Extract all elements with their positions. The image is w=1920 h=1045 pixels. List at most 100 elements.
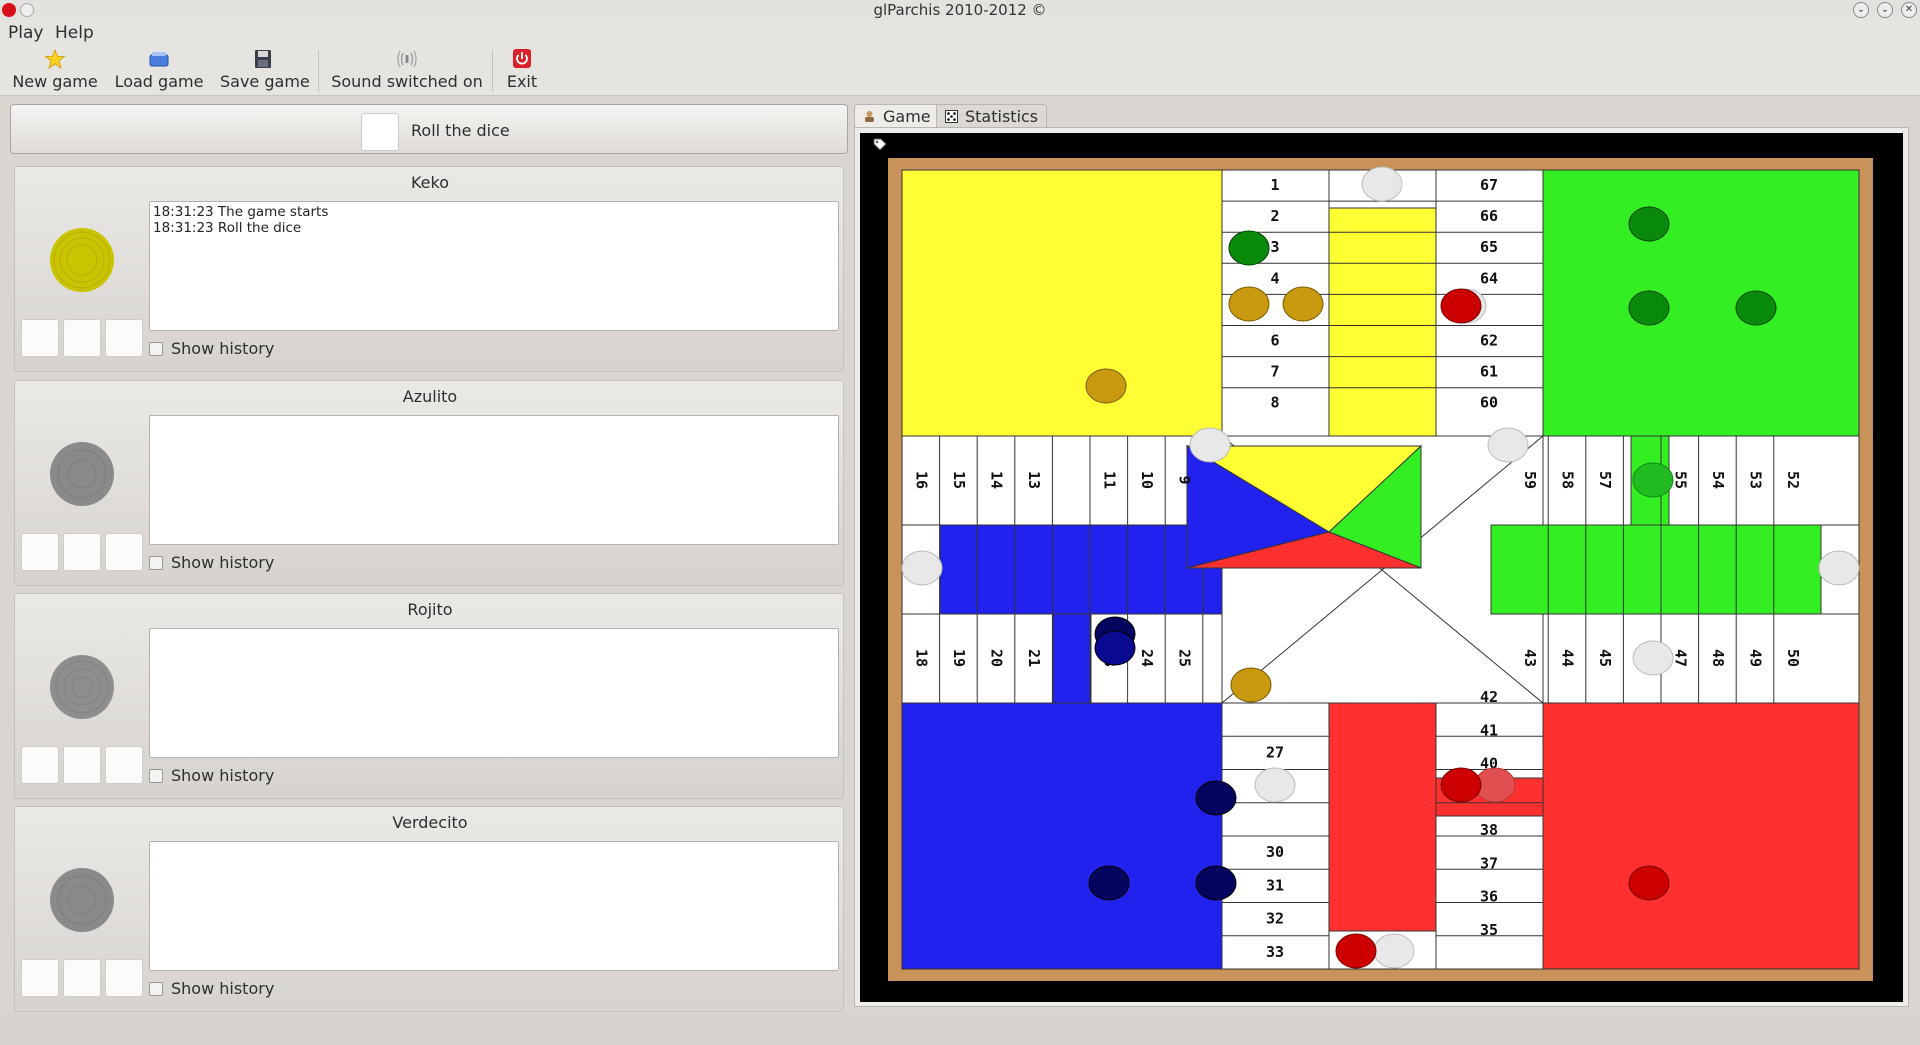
tag-icon	[873, 138, 887, 151]
square-number-right-bottom: 48	[1709, 649, 1727, 667]
square-number-bottom-right: 37	[1480, 854, 1498, 872]
roll-dice-label: Roll the dice	[411, 121, 510, 140]
empty-slot-marker[interactable]	[1254, 767, 1296, 803]
square-number-bottom-right: 41	[1480, 721, 1498, 739]
empty-slot-marker[interactable]	[1632, 640, 1674, 676]
square-number-right-bottom: 47	[1671, 649, 1689, 667]
square-number-top-left: 4	[1270, 269, 1279, 287]
empty-slot-marker[interactable]	[1818, 550, 1860, 586]
parchis-board[interactable]: 12346786766656462616016 15 14 13 11 10 918 19 20…	[888, 158, 1873, 981]
new-game-button[interactable]: New game	[12, 46, 98, 94]
empty-slot-marker[interactable]	[901, 550, 943, 586]
player-panel-rojito: Rojito Show history	[14, 593, 844, 799]
blue-piece[interactable]	[1195, 780, 1237, 816]
square-number-right-bottom: 44	[1559, 649, 1577, 667]
green-piece[interactable]	[1628, 206, 1670, 242]
yellow-piece[interactable]	[1228, 286, 1270, 322]
player-log: 18:31:23 The game starts 18:31:23 Roll t…	[149, 201, 839, 331]
empty-slot-marker[interactable]	[1189, 427, 1231, 463]
empty-slot-marker[interactable]	[1361, 166, 1403, 202]
red-home	[1542, 702, 1860, 970]
window-close-icon[interactable]: ✕	[1901, 2, 1917, 18]
tab-statistics[interactable]: Statistics	[936, 104, 1048, 128]
yellow-piece[interactable]	[1230, 667, 1272, 703]
green-piece[interactable]	[1735, 290, 1777, 326]
dice-stats-icon	[945, 110, 958, 123]
red-piece[interactable]	[1440, 288, 1482, 324]
square-number-left-bottom: 25	[1176, 649, 1194, 667]
show-history-checkbox[interactable]	[149, 342, 163, 356]
save-game-button[interactable]: Save game	[220, 46, 310, 94]
square-number-right-top: 52	[1784, 471, 1802, 489]
square-number-top-right: 67	[1480, 176, 1498, 194]
exit-button[interactable]: Exit	[502, 46, 542, 94]
player-panel-azulito: Azulito Show history	[14, 380, 844, 586]
square-number-right-top: 58	[1559, 471, 1577, 489]
window-menu-chevron-icon[interactable]: ⌄	[1853, 2, 1869, 18]
square-number-top-left: 6	[1270, 332, 1279, 350]
die-slot-3	[105, 533, 143, 571]
empty-slot-marker[interactable]	[1373, 933, 1415, 969]
green-home	[1542, 169, 1860, 437]
square-number-bottom-left: 32	[1266, 910, 1284, 928]
player-name: Rojito	[407, 600, 453, 619]
show-history-label: Show history	[171, 766, 275, 785]
player-log	[149, 628, 839, 758]
player-token-icon	[50, 655, 114, 719]
floppy-disk-icon	[255, 50, 271, 68]
show-history-checkbox[interactable]	[149, 982, 163, 996]
roll-dice-button[interactable]: Roll the dice	[10, 104, 848, 154]
show-history-checkbox[interactable]	[149, 769, 163, 783]
square-number-left-top: 10	[1138, 471, 1156, 489]
square-number-right-bottom: 43	[1521, 649, 1539, 667]
die-slot-1	[21, 959, 59, 997]
sound-waves-icon	[397, 50, 417, 68]
blue-piece[interactable]	[1094, 630, 1136, 666]
window-menu-chevron-icon-2[interactable]: ⌄	[1877, 2, 1893, 18]
show-history-checkbox[interactable]	[149, 556, 163, 570]
square-number-left-bottom: 18	[912, 649, 930, 667]
blue-piece[interactable]	[1195, 865, 1237, 901]
die-slot-2	[63, 959, 101, 997]
square-number-right-top: 55	[1671, 471, 1689, 489]
die-slot-1	[21, 319, 59, 357]
log-line: 18:31:23 The game starts	[153, 204, 329, 220]
die-slot-1	[21, 746, 59, 784]
square-number-left-top: 14	[988, 471, 1006, 489]
yellow-piece[interactable]	[1282, 286, 1324, 322]
load-game-button[interactable]: Load game	[114, 46, 204, 94]
green-piece[interactable]	[1628, 290, 1670, 326]
blue-piece[interactable]	[1088, 865, 1130, 901]
tab-game[interactable]: Game	[854, 104, 940, 128]
player-name: Azulito	[402, 387, 458, 406]
square-number-left-top: 16	[912, 471, 930, 489]
empty-slot-marker[interactable]	[1487, 427, 1529, 463]
die-slot-3	[105, 319, 143, 357]
player-token-icon	[50, 442, 114, 506]
player-token-icon	[50, 868, 114, 932]
square-number-top-right: 61	[1480, 363, 1498, 381]
square-number-bottom-left: 30	[1266, 843, 1284, 861]
red-piece[interactable]	[1335, 933, 1377, 969]
square-number-left-bottom: 24	[1138, 649, 1156, 667]
yellow-piece[interactable]	[1085, 368, 1127, 404]
show-history-label: Show history	[171, 979, 275, 998]
menu-help[interactable]: Help	[55, 23, 94, 43]
square-number-top-left: 2	[1270, 207, 1279, 225]
square-number-bottom-right: 38	[1480, 821, 1498, 839]
toolbar-separator	[318, 50, 319, 92]
green-piece[interactable]	[1632, 462, 1674, 498]
square-number-right-top: 54	[1709, 471, 1727, 489]
player-name: Verdecito	[392, 813, 468, 832]
save-game-label: Save game	[220, 72, 310, 91]
show-history-label: Show history	[171, 553, 275, 572]
square-number-right-bottom: 50	[1784, 649, 1802, 667]
sound-toggle-button[interactable]: Sound switched on	[330, 46, 484, 94]
red-piece[interactable]	[1628, 865, 1670, 901]
player-token-icon	[50, 228, 114, 292]
show-history-label: Show history	[171, 339, 275, 358]
menu-play[interactable]: Play	[8, 23, 43, 43]
die-slot-2	[63, 319, 101, 357]
red-piece[interactable]	[1440, 767, 1482, 803]
green-piece[interactable]	[1228, 230, 1270, 266]
